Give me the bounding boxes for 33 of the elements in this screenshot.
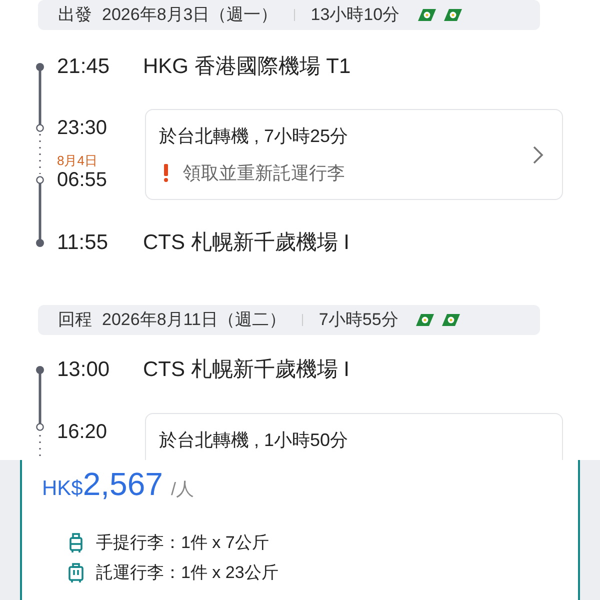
arrival-time: 23:30 bbox=[57, 116, 108, 140]
airline-logo-icon bbox=[416, 314, 434, 326]
departure-time: 13:00 bbox=[57, 357, 111, 384]
warning-icon bbox=[163, 164, 169, 182]
leg-label: 出發 bbox=[58, 4, 92, 26]
transfer-card[interactable]: 於台北轉機 , 1小時50分 bbox=[145, 413, 563, 460]
airport-name: CTS 札幌新千歲機場 I bbox=[143, 357, 350, 384]
next-day-date: 8月4日 bbox=[57, 154, 98, 168]
departure-time: 21:45 bbox=[57, 54, 111, 80]
leg-date: 2026年8月3日（週一） bbox=[102, 4, 278, 26]
transfer-info: 於台北轉機 , 7小時25分 bbox=[159, 124, 350, 148]
airline-logo-icon bbox=[444, 9, 462, 21]
leg-duration: 7小時55分 bbox=[318, 309, 398, 332]
arrival-time: 16:20 bbox=[57, 420, 108, 444]
price-amount: HK$2,567 bbox=[42, 465, 163, 504]
transfer-info: 於台北轉機 , 1小時50分 bbox=[159, 429, 350, 452]
suitcase-icon bbox=[69, 533, 83, 553]
airline-logo-icon bbox=[418, 9, 436, 21]
airline-logo-icon bbox=[442, 314, 460, 326]
transfer-card[interactable]: 於台北轉機 , 7小時25分 領取並重新託運行李 bbox=[145, 109, 563, 200]
leg-date: 2026年8月11日（週二） bbox=[102, 309, 286, 332]
departure-time: 06:55 bbox=[57, 168, 108, 192]
warning-text: 領取並重新託運行李 bbox=[183, 162, 345, 184]
price-unit: /人 bbox=[170, 478, 194, 501]
airport-name: HKG 香港國際機場 T1 bbox=[143, 54, 351, 80]
luggage-icon bbox=[68, 563, 84, 583]
baggage-allowance: 手提行李：1件 x 7公斤 bbox=[96, 532, 269, 554]
airport-name: CTS 札幌新千歲機場 I bbox=[143, 230, 350, 256]
baggage-allowance: 託運行李：1件 x 23公斤 bbox=[96, 562, 278, 584]
leg-label: 回程 bbox=[58, 309, 92, 332]
chevron-right-icon bbox=[532, 144, 544, 164]
leg-duration: 13小時10分 bbox=[310, 4, 400, 26]
departure-time: 11:55 bbox=[57, 230, 109, 256]
